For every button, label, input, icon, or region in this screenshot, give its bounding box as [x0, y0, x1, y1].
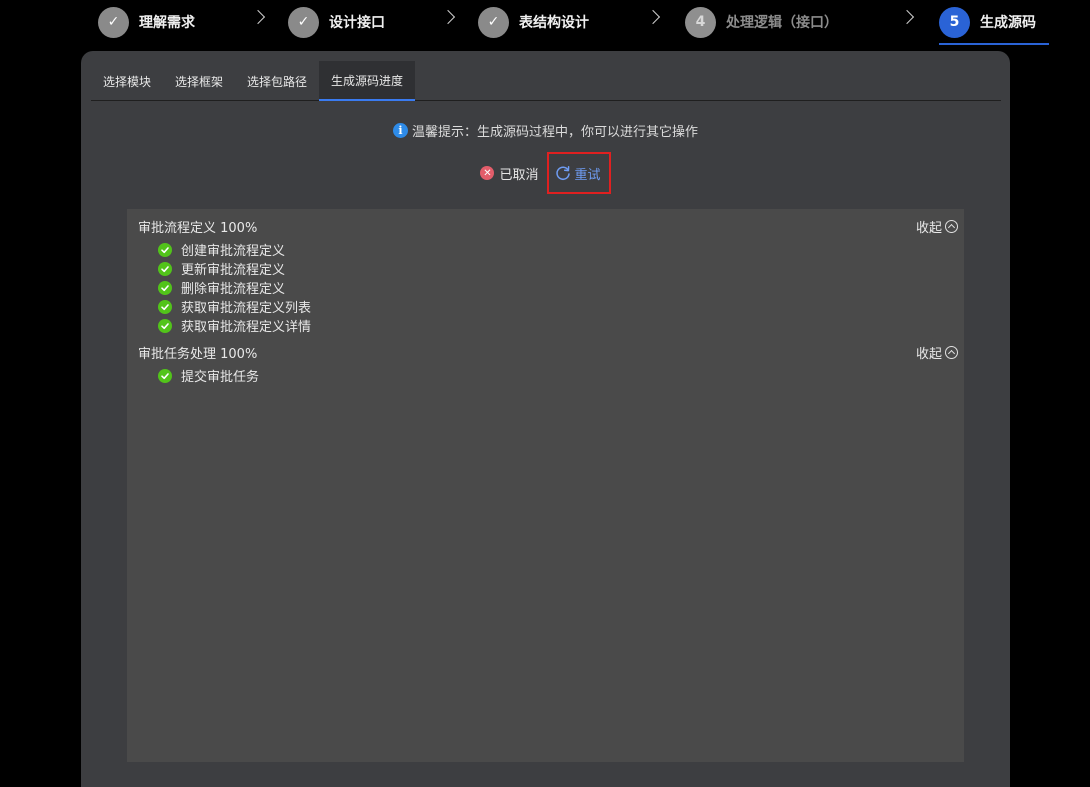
- steps-bar: ✓ 理解需求 ✓ 设计接口 ✓ 表结构设计 4 处理逻辑（接口） 5 生成源码: [0, 0, 1090, 46]
- item-label: 提交审批任务: [181, 370, 260, 385]
- retry-label: 重试: [574, 167, 601, 183]
- step-label: 设计接口: [329, 15, 385, 31]
- status-row: ✕ 已取消 重试: [81, 152, 1010, 194]
- group-items: 提交审批任务: [127, 366, 964, 385]
- step-design-interface[interactable]: ✓ 设计接口: [288, 5, 385, 39]
- chevron-right-icon: [250, 9, 266, 25]
- chevron-up-circle-icon: [945, 219, 958, 233]
- step-table-design[interactable]: ✓ 表结构设计: [478, 5, 589, 39]
- tab-bar: 选择模块 选择框架 选择包路径 生成源码进度: [91, 61, 1001, 101]
- tab-select-framework[interactable]: 选择框架: [163, 61, 235, 101]
- refresh-icon: [555, 166, 570, 180]
- chevron-up-circle-icon: [945, 345, 958, 359]
- step-check-icon: ✓: [98, 6, 129, 38]
- active-step-indicator: [939, 43, 1049, 45]
- group-header: 审批任务处理 100% 收起: [127, 343, 964, 362]
- check-circle-icon: [158, 368, 172, 383]
- check-circle-icon: [158, 261, 172, 276]
- tab-select-module[interactable]: 选择模块: [91, 61, 163, 101]
- hint-text: 温馨提示：生成源码过程中，你可以进行其它操作: [411, 125, 698, 140]
- chevron-right-icon: [899, 9, 915, 25]
- check-circle-icon: [158, 299, 172, 314]
- step-label: 理解需求: [139, 15, 195, 31]
- collapse-label: 收起: [915, 346, 942, 362]
- cancelled-label: 已取消: [499, 167, 539, 183]
- progress-group: 审批任务处理 100% 收起 提交审批任务: [127, 343, 964, 385]
- retry-button[interactable]: 重试: [546, 152, 611, 194]
- group-title: 审批任务处理 100%: [138, 346, 258, 362]
- item-label: 获取审批流程定义详情: [181, 320, 312, 335]
- check-circle-icon: [158, 242, 172, 257]
- group-header: 审批流程定义 100% 收起: [127, 217, 964, 236]
- list-item: 删除审批流程定义: [127, 278, 964, 297]
- tab-select-package-path[interactable]: 选择包路径: [235, 61, 319, 101]
- step-generate-source[interactable]: 5 生成源码: [939, 5, 1036, 39]
- step-number-badge: 5: [939, 6, 970, 38]
- item-label: 删除审批流程定义: [181, 282, 286, 297]
- group-items: 创建审批流程定义 更新审批流程定义 删除审批流程定义 获取审批流程定义列表 获取…: [127, 240, 964, 335]
- step-check-icon: ✓: [288, 6, 319, 38]
- cancelled-status: ✕ 已取消: [480, 164, 539, 183]
- list-item: 获取审批流程定义列表: [127, 297, 964, 316]
- list-item: 提交审批任务: [127, 366, 964, 385]
- step-understand-requirements[interactable]: ✓ 理解需求: [98, 5, 195, 39]
- progress-group: 审批流程定义 100% 收起 创建审批流程定义 更新审批流程定义 删除审批流程定…: [127, 217, 964, 335]
- item-label: 更新审批流程定义: [181, 263, 286, 278]
- step-label: 处理逻辑（接口）: [726, 15, 838, 31]
- chevron-right-icon: [440, 9, 456, 25]
- step-number-badge: 4: [685, 6, 716, 38]
- tab-generation-progress[interactable]: 生成源码进度: [319, 61, 416, 101]
- item-label: 创建审批流程定义: [181, 244, 286, 259]
- hint-message: i 温馨提示：生成源码过程中，你可以进行其它操作: [81, 121, 1010, 140]
- chevron-right-icon: [645, 9, 661, 25]
- group-title: 审批流程定义 100%: [138, 220, 258, 236]
- progress-list: 审批流程定义 100% 收起 创建审批流程定义 更新审批流程定义 删除审批流程定…: [127, 209, 964, 762]
- step-label: 生成源码: [980, 15, 1036, 31]
- app-root: ✓ 理解需求 ✓ 设计接口 ✓ 表结构设计 4 处理逻辑（接口） 5 生成源码 …: [0, 0, 1090, 787]
- step-label: 表结构设计: [519, 15, 589, 31]
- list-item: 创建审批流程定义: [127, 240, 964, 259]
- collapse-toggle[interactable]: 收起: [916, 217, 958, 236]
- info-icon: i: [392, 123, 408, 138]
- close-circle-icon: ✕: [480, 166, 495, 180]
- step-check-icon: ✓: [478, 6, 509, 38]
- item-label: 获取审批流程定义列表: [181, 301, 312, 316]
- main-panel: 选择模块 选择框架 选择包路径 生成源码进度 i 温馨提示：生成源码过程中，你可…: [81, 51, 1010, 787]
- step-process-logic[interactable]: 4 处理逻辑（接口）: [685, 5, 838, 39]
- collapse-toggle[interactable]: 收起: [916, 343, 958, 362]
- collapse-label: 收起: [915, 220, 942, 236]
- check-circle-icon: [158, 318, 172, 333]
- list-item: 更新审批流程定义: [127, 259, 964, 278]
- check-circle-icon: [158, 280, 172, 295]
- list-item: 获取审批流程定义详情: [127, 316, 964, 335]
